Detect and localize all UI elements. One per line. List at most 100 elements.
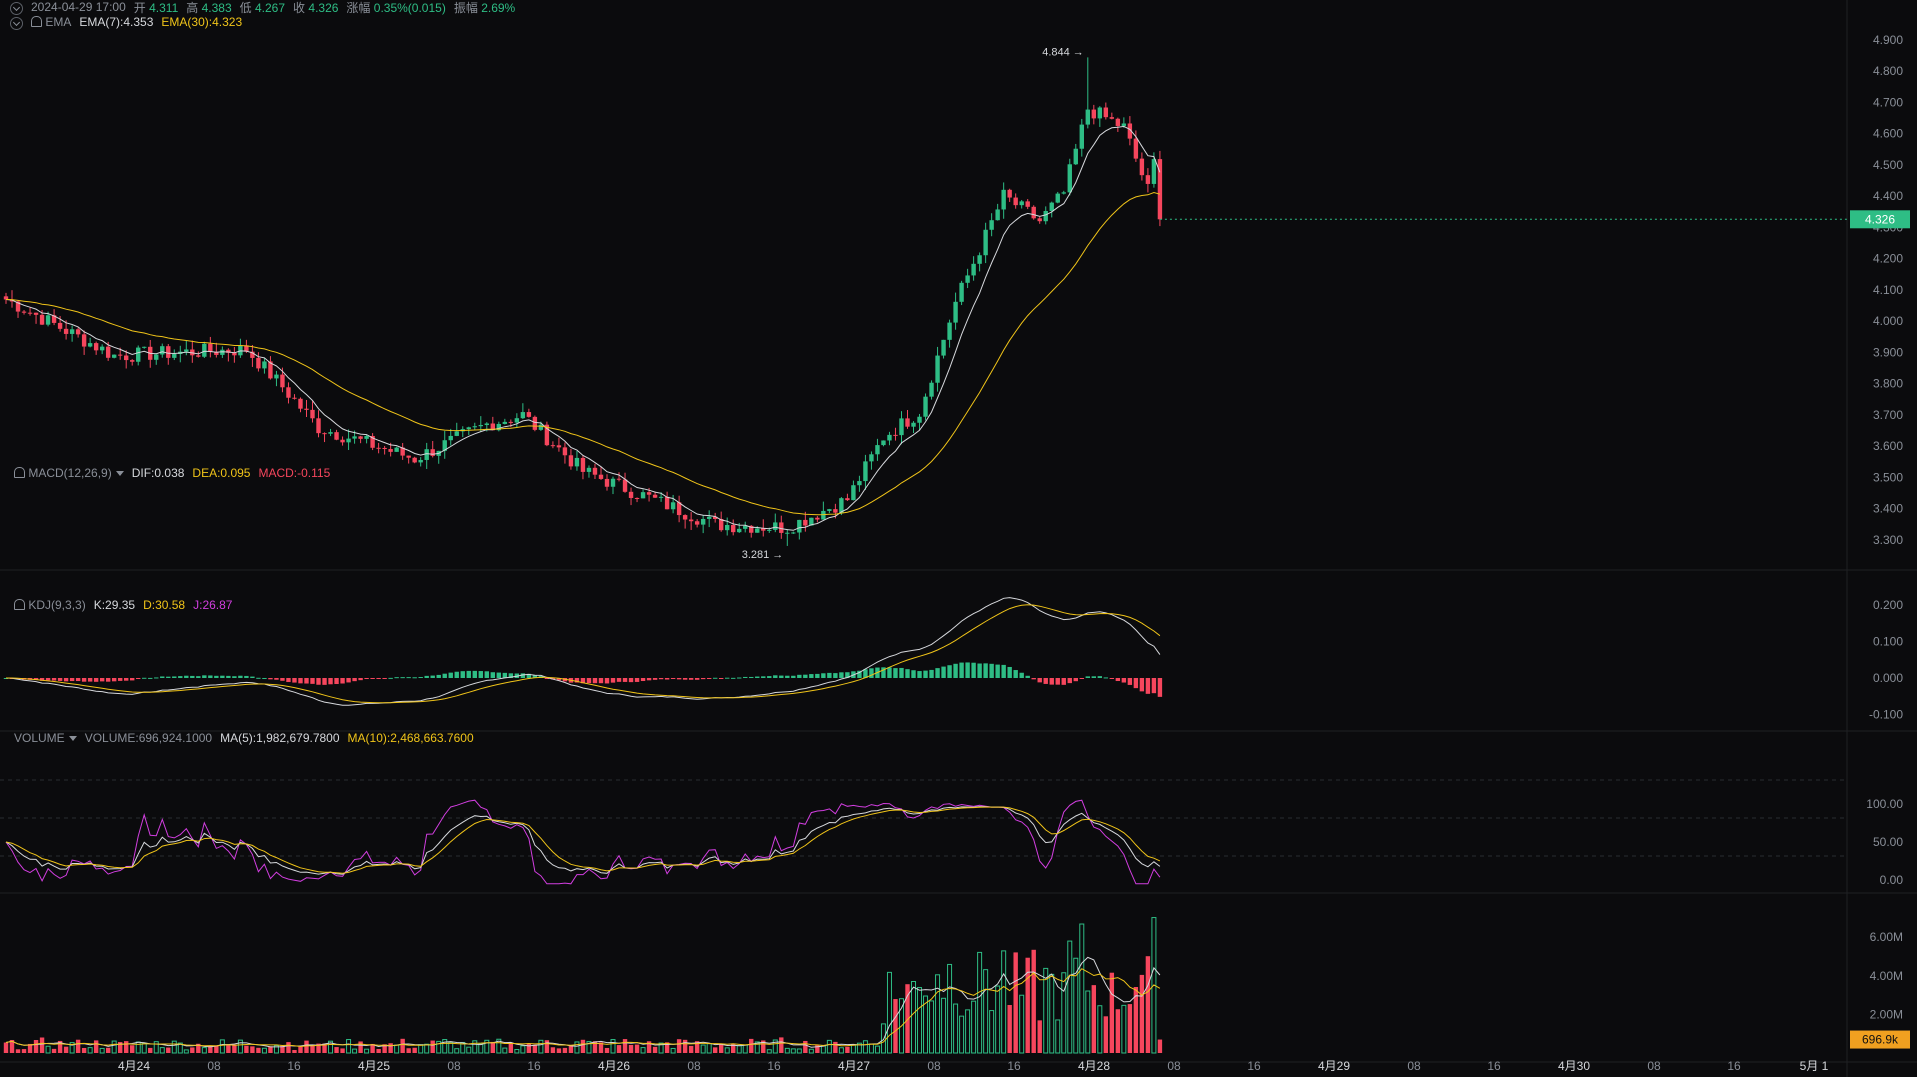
macd-histogram-bar: [869, 668, 874, 678]
candle-body: [755, 528, 760, 533]
volume-bar: [190, 1047, 195, 1053]
macd-histogram-bar: [815, 673, 820, 678]
price-axis-label: 3.600: [1873, 439, 1903, 453]
macd-histogram-bar: [111, 678, 117, 682]
candle-body: [172, 353, 177, 358]
volume-bar: [166, 1047, 171, 1053]
candle-body: [977, 255, 982, 264]
volume-bar: [250, 1046, 255, 1053]
volume-bar: [75, 1039, 81, 1053]
candle-body: [995, 209, 1000, 221]
volume-bar: [424, 1043, 430, 1054]
volume-bar: [838, 1047, 844, 1054]
volume-bar: [526, 1043, 532, 1053]
volume-bar: [893, 999, 898, 1053]
volume-bar: [87, 1047, 93, 1054]
volume-bar: [466, 1046, 472, 1054]
candle-body: [484, 423, 489, 426]
time-axis-date-label: 4月28: [1078, 1059, 1110, 1073]
macd-histogram-bar: [1007, 666, 1012, 678]
macd-histogram-bar: [262, 677, 267, 679]
volume-axis-label: 2.00M: [1870, 1007, 1903, 1021]
candle-body: [580, 457, 586, 472]
candle-body: [57, 322, 63, 329]
volume-bar: [977, 951, 983, 1054]
volume-bar: [688, 1045, 694, 1053]
macd-histogram-bar: [370, 678, 375, 679]
candle-body: [1139, 158, 1145, 176]
volume-bar: [1103, 1016, 1109, 1053]
macd-histogram-bar: [244, 675, 249, 678]
macd-histogram-bar: [977, 663, 982, 678]
macd-histogram-bar: [190, 675, 195, 678]
candle-body: [779, 522, 784, 533]
candle-body: [725, 524, 730, 531]
price-axis-label: 4.000: [1873, 314, 1903, 328]
volume-bar: [484, 1039, 490, 1054]
macd-histogram-bar: [292, 678, 297, 683]
candle-body: [130, 360, 135, 362]
candle-body: [1025, 201, 1030, 207]
macd-histogram-bar: [670, 678, 676, 679]
volume-bar: [1121, 1004, 1127, 1054]
volume-bar: [400, 1038, 405, 1053]
candle-body: [658, 496, 664, 498]
macd-histogram-bar: [1055, 678, 1060, 685]
macd-histogram-bar: [412, 677, 417, 679]
macd-histogram-bar: [160, 676, 165, 678]
candle-body: [382, 447, 387, 450]
kdj-j-line: [5, 799, 1161, 885]
macd-histogram-bar: [1127, 678, 1133, 685]
candle-body: [136, 347, 141, 362]
kdj-axis-label: 50.00: [1873, 835, 1903, 849]
candlestick-chart[interactable]: 4.9004.8004.7004.6004.5004.4004.3004.200…: [0, 0, 1917, 1077]
macd-histogram-bar: [1001, 664, 1006, 678]
volume-bar: [346, 1039, 352, 1054]
candle-body: [280, 374, 285, 388]
macd-histogram-bar: [1145, 678, 1151, 694]
macd-histogram-bar: [755, 676, 760, 678]
volume-bar: [1079, 923, 1085, 1054]
candle-body: [887, 434, 892, 441]
price-axis-label: 3.700: [1873, 408, 1903, 422]
macd-histogram-bar: [496, 672, 502, 678]
volume-bar: [874, 1045, 880, 1054]
candle-body: [706, 516, 712, 519]
candle-body: [604, 478, 610, 487]
candle-body: [376, 447, 381, 449]
macd-histogram-bar: [827, 672, 832, 678]
volume-bar: [286, 1042, 291, 1053]
macd-histogram-bar: [178, 676, 183, 678]
volume-bar: [105, 1047, 111, 1053]
macd-histogram-bar: [250, 676, 255, 678]
macd-histogram-bar: [761, 676, 766, 678]
macd-histogram-bar: [803, 674, 808, 678]
time-axis-date-label: 4月24: [118, 1059, 150, 1073]
volume-bar: [111, 1040, 117, 1054]
macd-histogram-bar: [688, 678, 694, 680]
volume-bar: [1085, 990, 1091, 1054]
time-axis-hour-label: 08: [1407, 1059, 1421, 1073]
volume-bar: [959, 1015, 965, 1054]
volume-bar: [784, 1047, 790, 1054]
macd-histogram-bar: [1019, 672, 1024, 678]
candle-body: [87, 343, 93, 347]
volume-bar: [472, 1040, 478, 1054]
current-price-label: 4.326: [1865, 212, 1895, 226]
candle-body: [502, 421, 508, 424]
volume-bar: [15, 1049, 21, 1053]
volume-bar: [634, 1044, 640, 1053]
candle-body: [538, 424, 544, 430]
candle-body: [574, 457, 580, 467]
candle-body: [75, 329, 81, 335]
volume-bar: [1013, 952, 1018, 1053]
volume-bar: [1055, 1019, 1061, 1054]
candle-body: [286, 387, 291, 398]
macd-histogram-bar: [664, 678, 670, 680]
candle-body: [142, 346, 147, 348]
candle-body: [586, 467, 592, 472]
candle-body: [184, 349, 189, 352]
volume-bar: [562, 1047, 568, 1053]
candle-body: [833, 509, 838, 513]
macd-histogram-bar: [646, 678, 652, 681]
